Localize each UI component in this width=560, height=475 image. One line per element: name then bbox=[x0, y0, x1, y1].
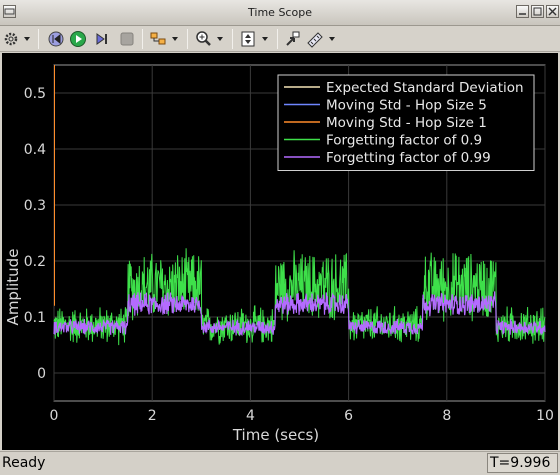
y-axis-label: Amplitude bbox=[4, 249, 22, 326]
legend-entry: Moving Std - Hop Size 1 bbox=[326, 115, 487, 131]
restore-icon[interactable] bbox=[283, 29, 303, 49]
settings-icon[interactable] bbox=[1, 29, 21, 49]
window-menu-icon[interactable] bbox=[3, 5, 16, 18]
stop-icon[interactable] bbox=[117, 29, 137, 49]
simulation-time: T=9.996 bbox=[487, 453, 558, 473]
measure-icon[interactable] bbox=[305, 29, 325, 49]
step-back-icon[interactable] bbox=[46, 29, 66, 49]
measure-menu-icon[interactable] bbox=[325, 29, 339, 49]
maximize-icon[interactable] bbox=[531, 5, 544, 18]
y-tick-label: 0.1 bbox=[24, 310, 46, 326]
toolbar bbox=[0, 26, 560, 52]
step-forward-icon[interactable] bbox=[92, 29, 112, 49]
x-tick-label: 6 bbox=[344, 408, 353, 424]
scope-display[interactable]: 0 2 4 6 8 10 0 0.1 0.2 0.3 0.4 0.5 Time (secs) Ampl… bbox=[2, 53, 558, 450]
settings-menu-icon[interactable] bbox=[20, 29, 34, 49]
y-tick-label: 0.4 bbox=[24, 142, 46, 158]
status-text: Ready bbox=[2, 455, 46, 471]
x-tick-label: 8 bbox=[442, 408, 451, 424]
scope-chart[interactable]: 0 2 4 6 8 10 0 0.1 0.2 0.3 0.4 0.5 Time (secs) Ampl… bbox=[2, 53, 558, 450]
minimize-icon[interactable] bbox=[516, 5, 529, 18]
title-bar[interactable]: Time Scope bbox=[0, 0, 560, 26]
legend-entry: Expected Standard Deviation bbox=[326, 80, 524, 96]
window-title: Time Scope bbox=[248, 6, 312, 19]
legend: Expected Standard Deviation Moving Std - … bbox=[277, 74, 535, 171]
zoom-icon[interactable] bbox=[193, 29, 213, 49]
status-bar: Ready T=9.996 bbox=[0, 451, 560, 475]
highlight-blocks-icon[interactable] bbox=[148, 29, 168, 49]
y-tick-label: 0.3 bbox=[24, 198, 46, 214]
y-tick-label: 0.2 bbox=[24, 254, 46, 270]
x-tick-label: 4 bbox=[246, 408, 255, 424]
highlight-menu-icon[interactable] bbox=[168, 29, 182, 49]
run-icon[interactable] bbox=[68, 29, 88, 49]
zoom-menu-icon[interactable] bbox=[213, 29, 227, 49]
autoscale-menu-icon[interactable] bbox=[258, 29, 272, 49]
y-tick-label: 0.5 bbox=[24, 86, 46, 102]
x-tick-label: 2 bbox=[148, 408, 157, 424]
close-icon[interactable] bbox=[546, 5, 559, 18]
y-tick-label: 0 bbox=[37, 366, 46, 382]
autoscale-icon[interactable] bbox=[238, 29, 258, 49]
time-scope-window: Time Scope 0 2 4 6 8 10 0 0.1 0.2 0.3 0.… bbox=[0, 0, 560, 475]
legend-entry: Forgetting factor of 0.9 bbox=[326, 133, 482, 149]
x-tick-label: 10 bbox=[536, 408, 554, 424]
x-tick-label: 0 bbox=[50, 408, 59, 424]
legend-entry: Moving Std - Hop Size 5 bbox=[326, 98, 487, 114]
x-axis-label: Time (secs) bbox=[232, 426, 319, 444]
legend-entry: Forgetting factor of 0.99 bbox=[326, 150, 491, 166]
